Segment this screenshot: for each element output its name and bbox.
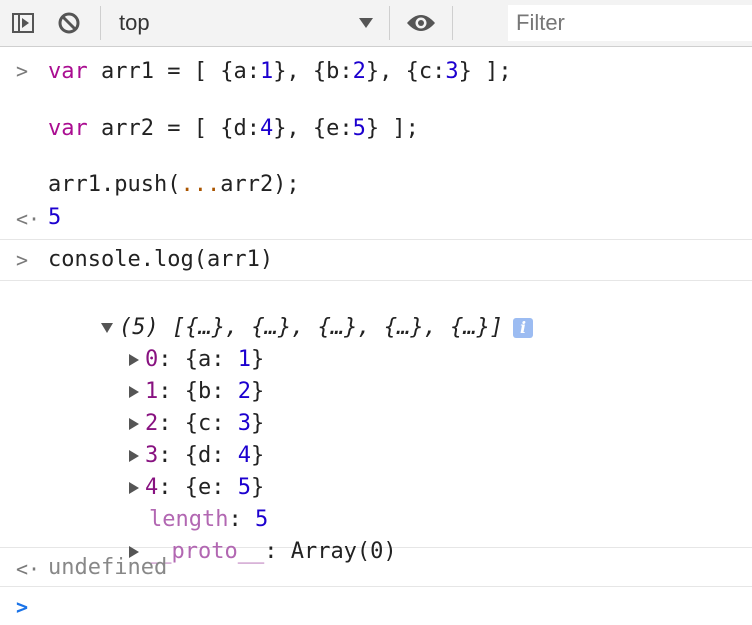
info-icon[interactable]: i: [513, 318, 534, 338]
result-prompt-icon: <·: [16, 557, 41, 581]
console-input-message: > console.log(arr1): [0, 240, 752, 281]
live-expression-button[interactable]: [398, 0, 444, 46]
dropdown-arrow-icon: [359, 18, 373, 28]
input-prompt-icon: >: [16, 248, 29, 272]
console-prompt[interactable]: >: [0, 587, 752, 625]
console-log-message: (5) [{…}, {…}, {…}, {…}, {…}] i 0: {a: 1}…: [0, 281, 752, 564]
result-value: undefined: [48, 555, 168, 580]
code-line: arr1.push(...arr2);: [48, 172, 300, 197]
console-toolbar: top: [0, 0, 752, 47]
result-value: 5: [48, 205, 62, 230]
console-result-message: <· undefined: [0, 548, 752, 587]
eye-icon: [407, 15, 435, 31]
clear-console-icon: [58, 12, 80, 34]
console-input-message: > var arr1 = [ {a:1}, {b:2}, {c:3} ]; va…: [0, 47, 752, 240]
sidebar-toggle-icon: [12, 13, 34, 33]
context-selector[interactable]: top: [109, 0, 381, 46]
input-prompt-icon: >: [16, 59, 29, 83]
toolbar-divider: [452, 6, 453, 40]
sidebar-toggle-button[interactable]: [0, 0, 46, 46]
filter-input[interactable]: [508, 5, 752, 41]
toolbar-divider: [389, 6, 390, 40]
clear-console-button[interactable]: [46, 0, 92, 46]
code-line: var arr1 = [ {a:1}, {b:2}, {c:3} ];: [48, 59, 512, 84]
active-prompt-icon: >: [16, 595, 29, 619]
context-selector-value: top: [119, 10, 150, 35]
code-line: var arr2 = [ {d:4}, {e:5} ];: [48, 116, 419, 141]
toolbar-divider: [100, 6, 101, 40]
result-prompt-icon: <·: [16, 207, 41, 231]
code-line: console.log(arr1): [48, 247, 274, 272]
